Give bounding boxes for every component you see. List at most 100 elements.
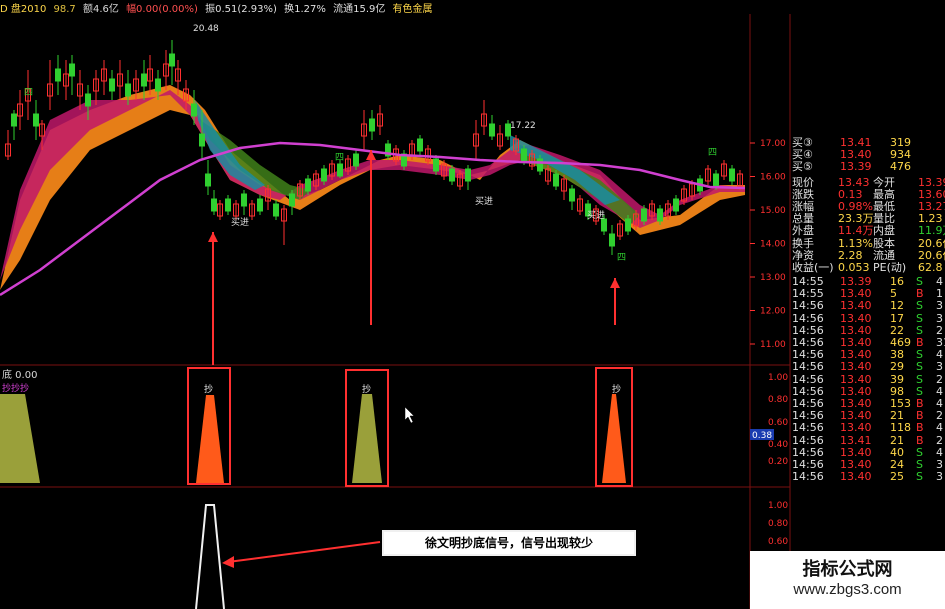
- trade-count: 2: [936, 372, 943, 386]
- candle-body: [85, 93, 91, 107]
- trade-time: 14:56: [792, 372, 824, 386]
- candle-body: [289, 193, 295, 207]
- site-watermark: 指标公式网 www.zbgs3.com: [750, 551, 945, 609]
- price-tick-label: 13.00: [760, 273, 786, 283]
- candle-body: [241, 193, 247, 207]
- indicator-box-label-1: 抄: [204, 383, 213, 395]
- candle-body: [353, 153, 359, 167]
- candle-body: [141, 73, 147, 87]
- trade-volume: 39: [890, 372, 904, 386]
- callout-arrow: [227, 541, 381, 563]
- candle-body: [641, 208, 647, 222]
- trade-time: 14:56: [792, 360, 824, 374]
- candle-body: [155, 78, 161, 92]
- signal-arrowhead: [610, 278, 620, 288]
- callout-arrowhead: [222, 556, 234, 568]
- local-high-label: 17.22: [510, 121, 536, 131]
- candle-body: [125, 83, 131, 97]
- indicator2-tick-label: 1.00: [768, 501, 788, 511]
- trade-row[interactable]: 14:56 13.41 21 B 2: [790, 433, 945, 447]
- candle-body: [169, 53, 175, 67]
- indicator-bar-3: [352, 394, 382, 483]
- candle-body: [553, 173, 559, 187]
- trade-count: 3: [936, 360, 943, 374]
- trade-volume: 21: [890, 433, 904, 447]
- signal-mark-1: 四: [24, 88, 33, 98]
- trade-direction: B: [916, 421, 924, 435]
- price-tick-label: 11.00: [760, 340, 786, 350]
- stat-value: 62.8: [918, 260, 943, 274]
- trade-direction: B: [916, 433, 924, 447]
- price-tick-label: 17.00: [760, 139, 786, 149]
- candle-body: [273, 203, 279, 217]
- bid-row[interactable]: 买⑤ 13.39 476: [790, 161, 945, 173]
- trade-price: 13.40: [840, 360, 872, 374]
- trade-row[interactable]: 14:56 13.40 118 B 4: [790, 422, 945, 434]
- candle-body: [489, 123, 495, 137]
- trade-row[interactable]: 14:56 13.40 39 S 2: [790, 372, 945, 386]
- trade-price: 13.40: [840, 470, 872, 484]
- trade-row[interactable]: 14:56 13.40 17 S 3: [790, 311, 945, 325]
- stat-key: 收益(一): [792, 260, 834, 274]
- bid-list: 买③ 13.41 319 买④ 13.40 934 买⑤ 13.39 476: [790, 136, 945, 174]
- trade-price: 13.41: [840, 433, 872, 447]
- candle-body: [537, 158, 543, 172]
- stat-value: 1.13%: [838, 236, 873, 250]
- indicator-shapes: [0, 394, 626, 483]
- stat-key: 现价: [792, 175, 814, 189]
- candle-body: [33, 113, 39, 127]
- indicator-tick-label: 0.20: [768, 457, 788, 467]
- trade-direction: S: [916, 299, 923, 313]
- candle-body: [369, 118, 375, 132]
- indicator-tick-label: 0.60: [768, 418, 788, 428]
- signal-arrowhead: [208, 232, 218, 242]
- trade-volume: 12: [890, 299, 904, 313]
- candle-body: [257, 198, 263, 212]
- trade-ticks[interactable]: 14:55 13.39 16 S 4 14:55 13.40 5 B 1 14:56 13.40 12 S…: [790, 275, 945, 484]
- candle-body: [11, 113, 17, 127]
- stat-key: 外盘: [792, 224, 814, 238]
- watermark-title: 指标公式网: [802, 559, 893, 580]
- stat-key: 换手: [792, 236, 814, 250]
- stat-value: 13.43: [838, 175, 870, 189]
- bid-price: 13.39: [840, 160, 872, 174]
- trade-time: 14:56: [792, 299, 824, 313]
- trade-time: 14:56: [792, 311, 824, 325]
- candle-body: [729, 168, 735, 182]
- trade-price: 13.40: [840, 311, 872, 325]
- stat-key: 内盘: [873, 224, 895, 238]
- candle-body: [321, 168, 327, 182]
- trade-count: 3: [936, 311, 943, 325]
- candle-body: [609, 233, 615, 247]
- ribbon-teal-2: [510, 135, 620, 205]
- stat-key: PE(动): [873, 260, 907, 274]
- stat-value: 11.9万: [918, 224, 945, 238]
- annotation-callout: 徐文明抄底信号，信号出现较少: [382, 530, 636, 556]
- trade-row[interactable]: 14:56 13.40 29 S 3: [790, 361, 945, 373]
- candle-body: [673, 198, 679, 212]
- stat-value: 11.4万: [838, 224, 874, 238]
- trade-time: 14:56: [792, 433, 824, 447]
- candle-body: [191, 103, 197, 117]
- watermark-url: www.zbgs3.com: [793, 581, 902, 598]
- trade-time: 14:56: [792, 421, 824, 435]
- indicator-bar-1: [0, 394, 40, 483]
- trade-direction: S: [916, 311, 923, 325]
- trade-volume: 25: [890, 470, 904, 484]
- indicator-current-value: 0.38: [752, 431, 772, 441]
- stat-row: 外盘 11.4万内盘 11.9万: [790, 225, 945, 237]
- candle-body: [225, 198, 231, 212]
- candle-body: [625, 218, 631, 232]
- trade-price: 13.40: [840, 421, 872, 435]
- indicator-title: 底 0.00: [2, 368, 37, 381]
- candle-body: [337, 163, 343, 177]
- trade-row[interactable]: 14:56 13.40 25 S 3: [790, 470, 945, 484]
- indicator-bar-2: [196, 395, 224, 483]
- trade-count: 2: [936, 433, 943, 447]
- candle-body: [569, 188, 575, 202]
- indicator-bar-4: [602, 394, 626, 483]
- candle-body: [55, 68, 61, 82]
- trade-row[interactable]: 14:56 13.40 12 S 3: [790, 300, 945, 312]
- indicator-tick-label: 1.00: [768, 373, 788, 383]
- price-tick-label: 12.00: [760, 307, 786, 317]
